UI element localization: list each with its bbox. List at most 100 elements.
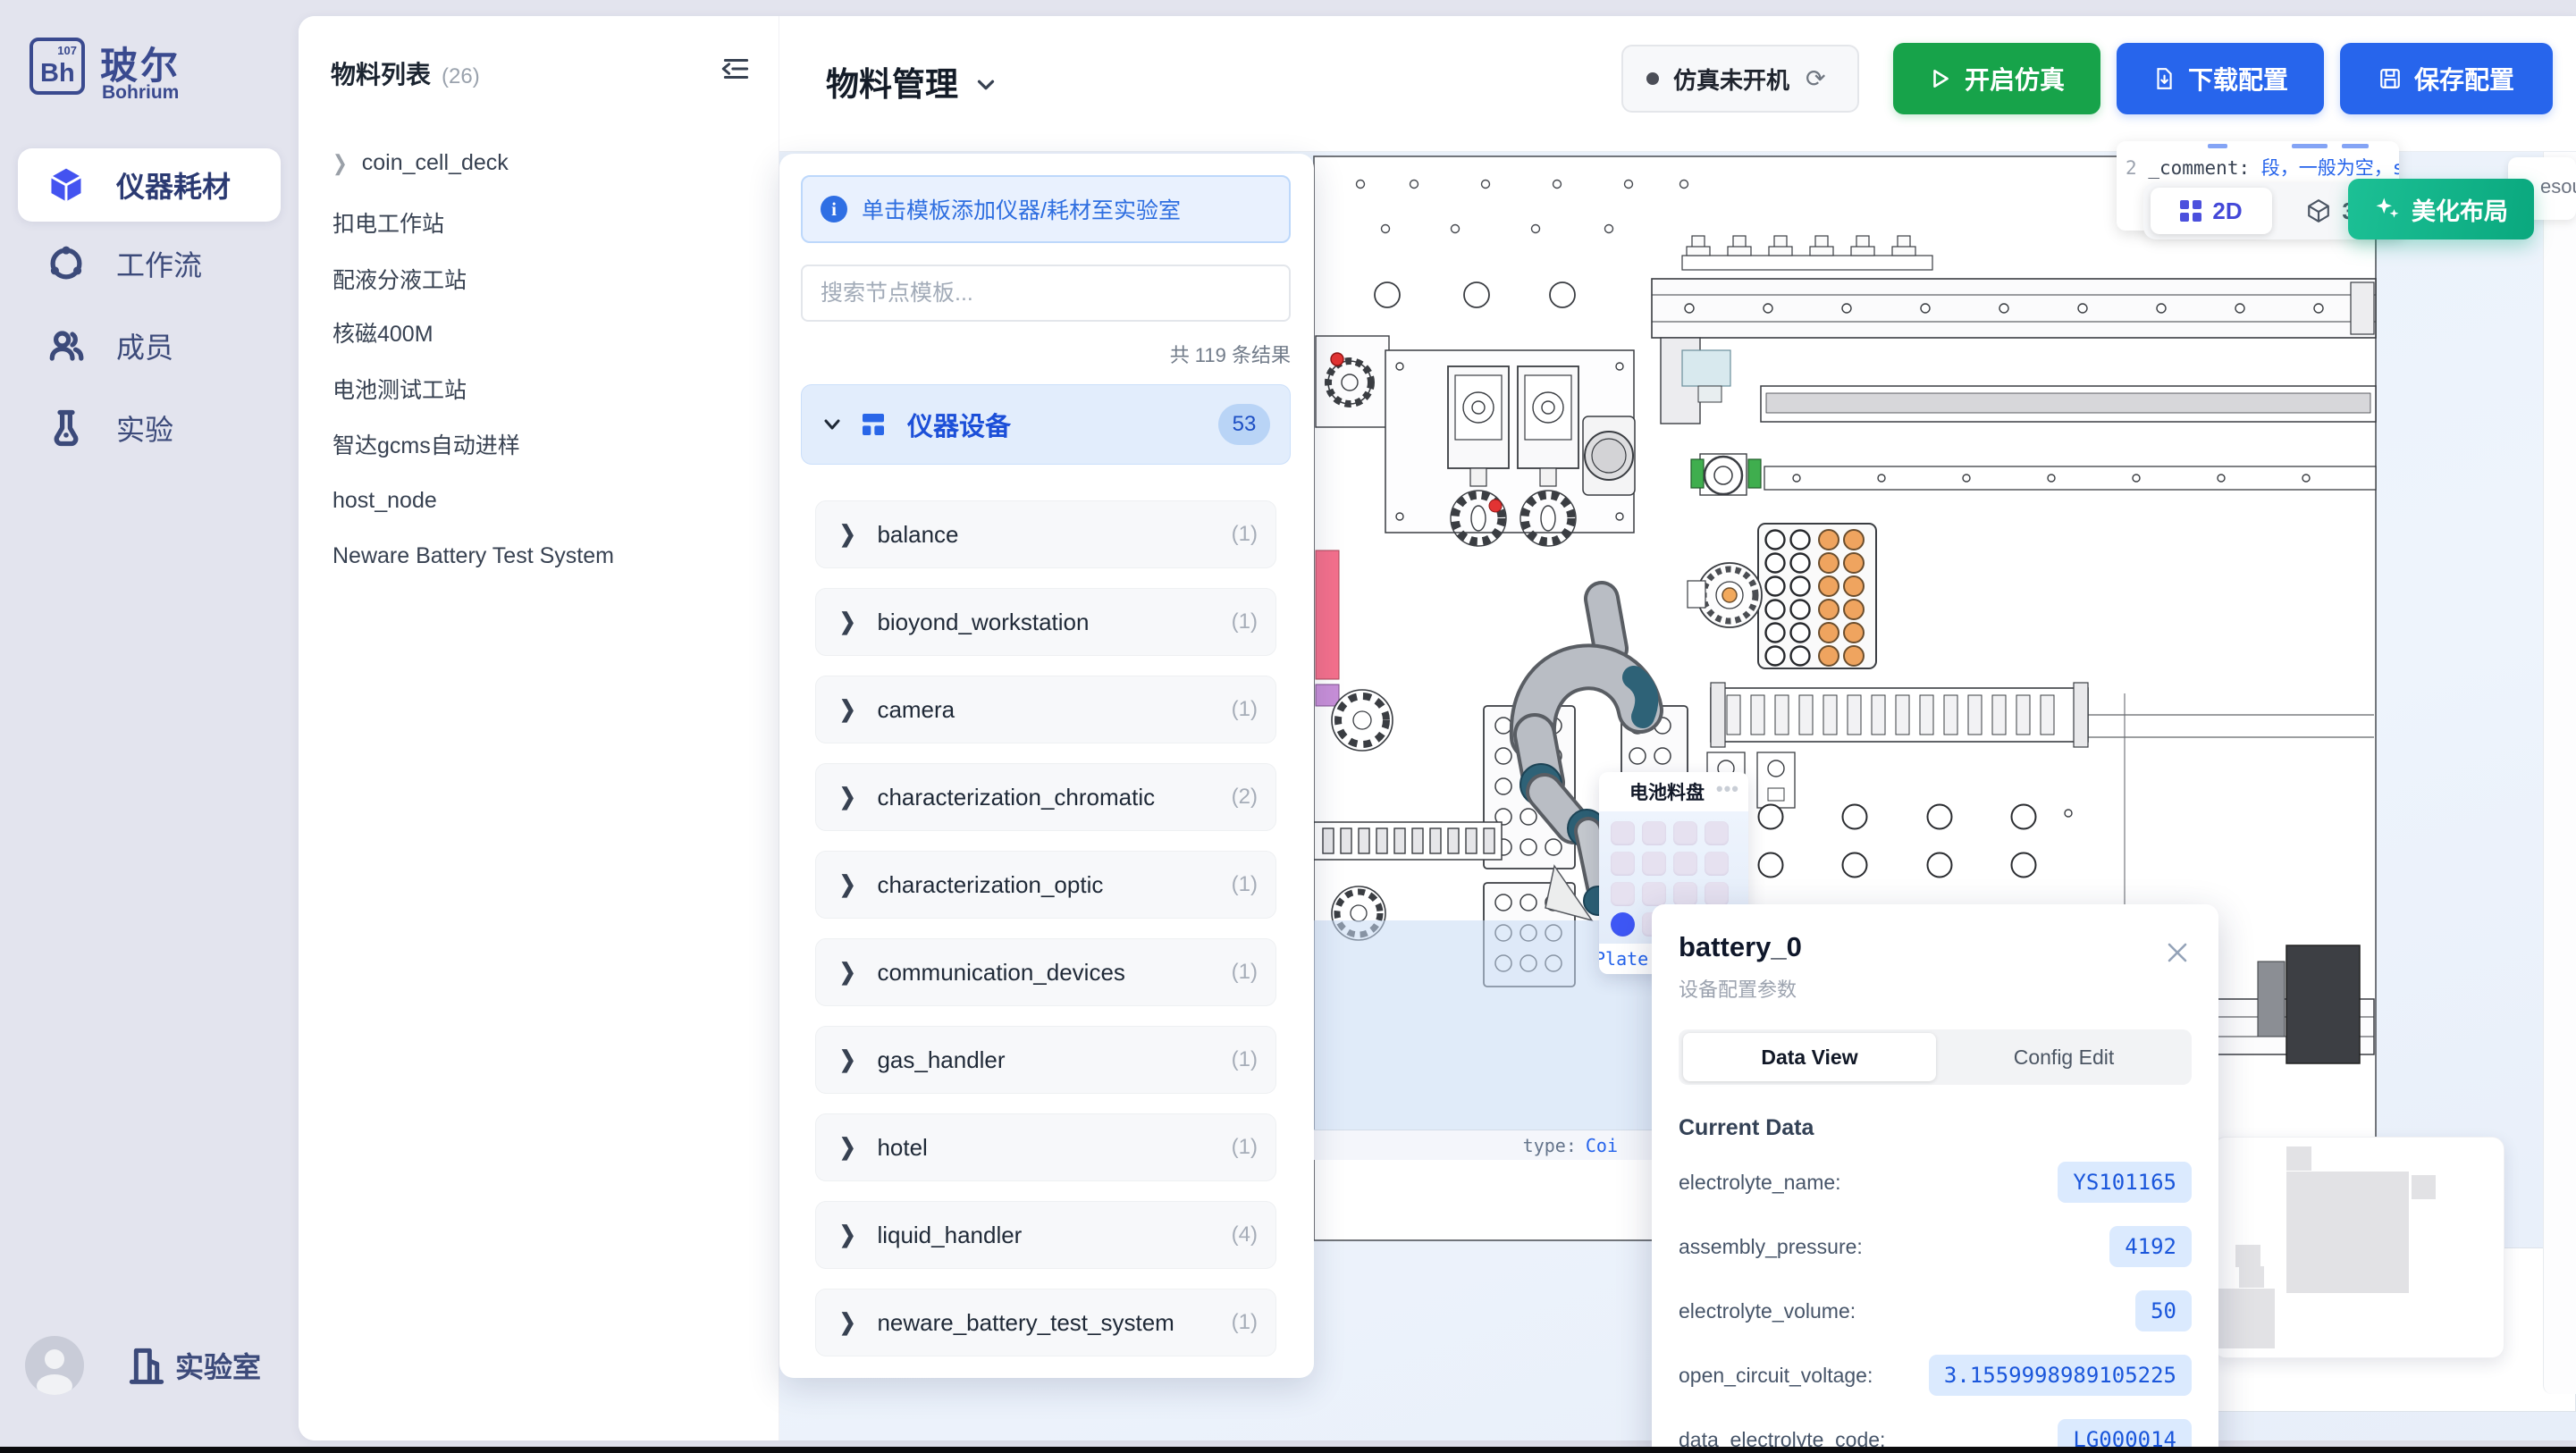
sidebar: Bh 107 玻尔 Bohrium 仪器耗材 工作流 成员 实验: [0, 0, 299, 1453]
materials-count: (26): [442, 64, 480, 89]
template-item-hotel[interactable]: ❯hotel(1): [815, 1113, 1276, 1181]
tray-slot[interactable]: [1611, 882, 1635, 906]
refresh-icon[interactable]: ⟳: [1806, 65, 1826, 93]
material-item-label: coin_cell_deck: [362, 150, 509, 176]
chevron-right-icon: ❯: [839, 1046, 855, 1073]
status-dot-icon: [1646, 72, 1659, 85]
materials-title: 物料列表: [331, 55, 431, 91]
sidebar-item-label: 工作流: [116, 243, 202, 284]
chevron-right-icon: ❯: [839, 871, 855, 898]
material-item-label: 核磁400M: [333, 316, 434, 349]
template-item-neware-battery-test-system[interactable]: ❯neware_battery_test_system(1): [815, 1289, 1276, 1356]
tab-config-edit[interactable]: Config Edit: [1936, 1029, 2192, 1085]
tray-slot[interactable]: [1705, 882, 1729, 906]
close-icon[interactable]: [2163, 938, 2192, 967]
minimap[interactable]: [2213, 1137, 2504, 1358]
material-item-label: 扣电工作站: [333, 206, 444, 239]
template-search-input[interactable]: [801, 265, 1291, 322]
material-item-coin-cell-deck[interactable]: ❯ coin_cell_deck: [333, 145, 753, 181]
comment-line: 2 _comment: 段，一般为空，stat: [2126, 154, 2399, 181]
material-item[interactable]: 扣电工作站: [333, 205, 753, 240]
chevron-right-icon[interactable]: ❯: [333, 149, 348, 176]
logo-abbr: Bh: [40, 59, 75, 88]
tray-slot[interactable]: [1705, 852, 1729, 876]
tray-slot[interactable]: [1705, 821, 1729, 845]
template-item-characterization-chromatic[interactable]: ❯characterization_chromatic(2): [815, 763, 1276, 831]
tray-slot[interactable]: [1673, 821, 1697, 845]
material-item[interactable]: Neware Battery Test System: [333, 538, 753, 574]
value-pill: 3.1559998989105225: [1929, 1355, 2192, 1396]
material-item[interactable]: 核磁400M: [333, 315, 753, 350]
collapse-panel-icon[interactable]: [719, 52, 753, 86]
start-simulation-label: 开启仿真: [1965, 61, 2065, 97]
material-item-label: 配液分液工站: [333, 263, 467, 295]
category-instruments[interactable]: 仪器设备 53: [801, 384, 1291, 465]
chevron-right-icon: ❯: [839, 784, 855, 810]
result-count: 共 119 条结果: [779, 340, 1291, 368]
lab-switcher[interactable]: 实验室: [129, 1345, 261, 1386]
template-item-gas-handler[interactable]: ❯gas_handler(1): [815, 1026, 1276, 1094]
tray-slot-selected[interactable]: [1611, 912, 1635, 936]
tray-slot[interactable]: [1642, 882, 1666, 906]
tray-slot[interactable]: [1673, 882, 1697, 906]
sidebar-item-members[interactable]: 成员: [18, 309, 281, 382]
download-config-button[interactable]: 下载配置: [2117, 43, 2324, 114]
chevron-right-icon: ❯: [839, 1134, 855, 1161]
tray-card-menu-icon[interactable]: •••: [1716, 777, 1739, 801]
sidebar-item-experiments[interactable]: 实验: [18, 391, 281, 465]
popup-title: battery_0: [1679, 931, 1802, 963]
materials-list-panel: 物料列表 (26) ❯ coin_cell_deck 扣电工作站 配液分液工站 …: [299, 16, 779, 1440]
hint-banner-text: 单击模板添加仪器/耗材至实验室: [862, 193, 1181, 225]
avatar[interactable]: [25, 1336, 84, 1395]
tray-slot[interactable]: [1642, 852, 1666, 876]
view-2d-label: 2D: [2212, 197, 2242, 225]
chevron-right-icon: ❯: [839, 959, 855, 986]
simulation-status-badge: 仿真未开机 ⟳: [1621, 45, 1859, 113]
material-item[interactable]: 智达gcms自动进样: [333, 426, 753, 462]
chevron-right-icon: ❯: [839, 1309, 855, 1336]
chevron-down-icon[interactable]: [972, 71, 999, 98]
template-item-characterization-optic[interactable]: ❯characterization_optic(1): [815, 851, 1276, 919]
material-item-label: 智达gcms自动进样: [333, 428, 520, 460]
info-icon: i: [821, 196, 847, 223]
template-item-bioyond-workstation[interactable]: ❯bioyond_workstation(1): [815, 588, 1276, 656]
sidebar-item-label: 成员: [116, 325, 173, 366]
screen-bottom-bar: [0, 1447, 2576, 1453]
value-pill: YS101165: [2058, 1162, 2192, 1203]
current-data-heading: Current Data: [1679, 1115, 1814, 1141]
tray-slot[interactable]: [1642, 821, 1666, 845]
template-item-camera[interactable]: ❯camera(1): [815, 676, 1276, 743]
resource-panel-text: esou: [2540, 175, 2576, 198]
material-item-label: host_node: [333, 488, 437, 514]
template-item-liquid-handler[interactable]: ❯liquid_handler(4): [815, 1201, 1276, 1269]
material-item[interactable]: 电池测试工站: [333, 371, 753, 407]
tray-slot[interactable]: [1673, 852, 1697, 876]
chevron-right-icon: ❯: [839, 521, 855, 548]
node-type-key: type:: [1523, 1135, 1577, 1156]
chevron-right-icon: ❯: [839, 696, 855, 723]
hint-banner: i 单击模板添加仪器/耗材至实验室: [801, 175, 1291, 243]
sidebar-item-instruments[interactable]: 仪器耗材: [18, 148, 281, 222]
beautify-layout-button[interactable]: 美化布局: [2348, 179, 2534, 239]
tray-slot[interactable]: [1611, 821, 1635, 845]
save-config-button[interactable]: 保存配置: [2340, 43, 2553, 114]
experiment-icon: [46, 408, 86, 448]
view-2d-button[interactable]: 2D: [2151, 188, 2272, 234]
sidebar-item-workflow[interactable]: 工作流: [18, 227, 281, 300]
data-row-electrolyte-name: electrolyte_name: YS101165: [1679, 1161, 2192, 1204]
logo-number: 107: [57, 44, 77, 57]
download-config-label: 下载配置: [2188, 61, 2288, 97]
material-item[interactable]: 配液分液工站: [333, 261, 753, 297]
template-item-communication-devices[interactable]: ❯communication_devices(1): [815, 938, 1276, 1006]
brand-name-en: Bohrium: [102, 82, 179, 104]
material-item[interactable]: host_node: [333, 483, 753, 518]
data-row-assembly-pressure: assembly_pressure: 4192: [1679, 1225, 2192, 1268]
start-simulation-button[interactable]: 开启仿真: [1893, 43, 2100, 114]
sidebar-item-label: 仪器耗材: [116, 164, 231, 206]
tray-card-title: 电池料盘: [1629, 778, 1705, 805]
tray-slot[interactable]: [1611, 852, 1635, 876]
collapsed-right-panel[interactable]: [2543, 141, 2576, 1394]
template-item-balance[interactable]: ❯balance(1): [815, 500, 1276, 568]
tab-data-view[interactable]: Data View: [1683, 1033, 1936, 1081]
clipped-text-line: [2292, 144, 2328, 148]
